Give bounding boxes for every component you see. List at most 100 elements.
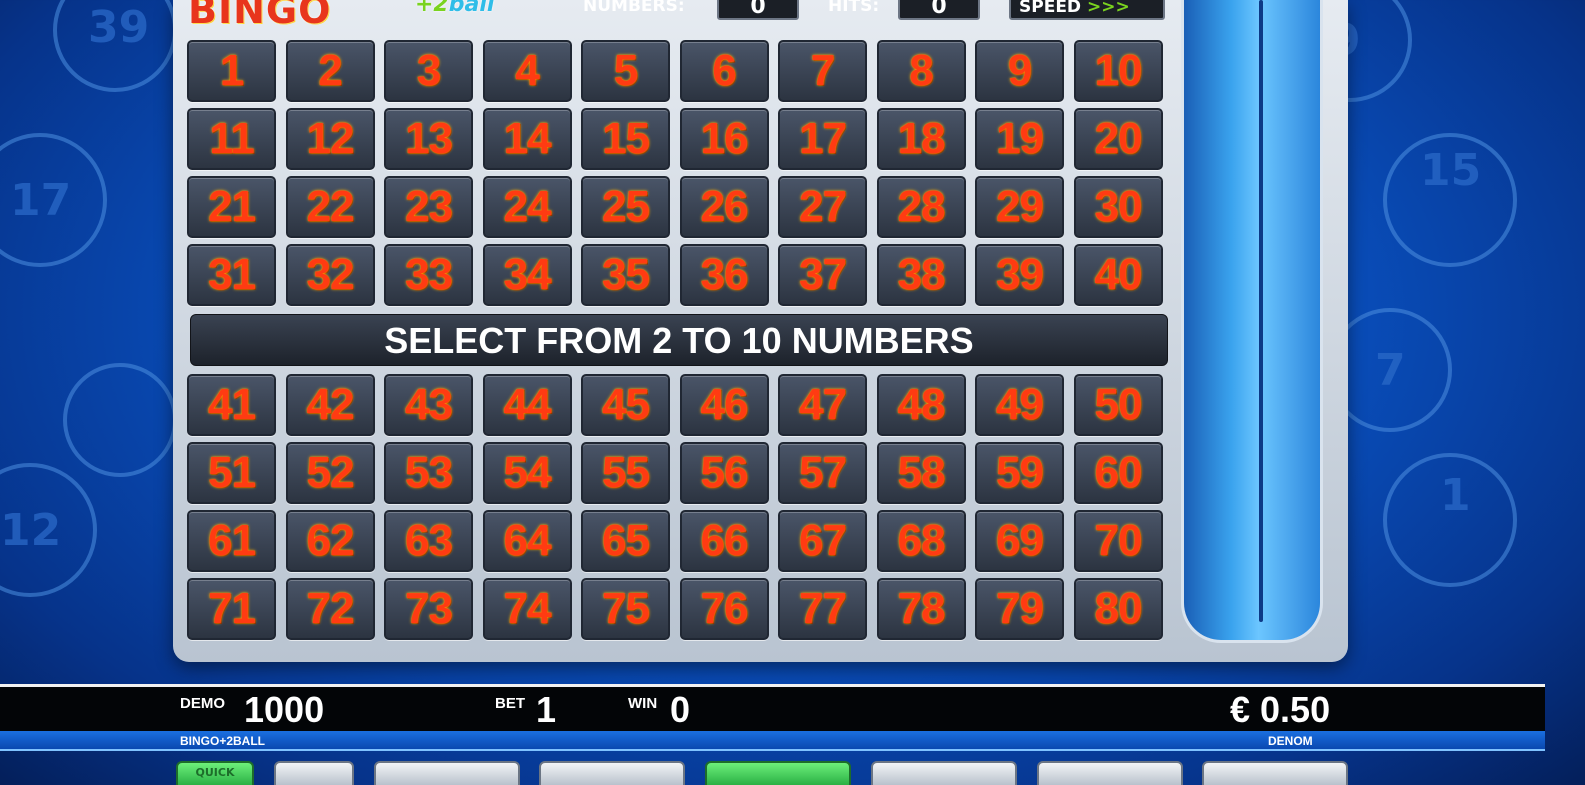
number-cell[interactable]: 35 bbox=[581, 244, 670, 306]
number-cell[interactable]: 48 bbox=[876, 374, 966, 436]
number-cell[interactable]: 10 bbox=[1073, 40, 1163, 102]
number-cell[interactable]: 80 bbox=[1073, 578, 1163, 640]
number-label: 61 bbox=[208, 516, 256, 565]
number-cell[interactable]: 7 bbox=[778, 40, 867, 102]
number-cell[interactable]: 8 bbox=[876, 40, 966, 102]
number-cell[interactable]: 67 bbox=[778, 510, 867, 572]
bg-ball-12: 12 bbox=[0, 505, 61, 556]
number-cell[interactable]: 69 bbox=[975, 510, 1064, 572]
number-cell[interactable]: 45 bbox=[581, 374, 670, 436]
number-cell[interactable]: 24 bbox=[482, 176, 572, 238]
number-cell[interactable]: 29 bbox=[975, 176, 1064, 238]
number-cell[interactable]: 40 bbox=[1073, 244, 1163, 306]
number-cell[interactable]: 41 bbox=[187, 374, 276, 436]
number-cell[interactable]: 43 bbox=[384, 374, 473, 436]
number-cell[interactable]: 57 bbox=[778, 442, 867, 504]
control-button-3[interactable] bbox=[374, 761, 520, 785]
number-cell[interactable]: 52 bbox=[285, 442, 375, 504]
number-cell[interactable]: 38 bbox=[876, 244, 966, 306]
number-cell[interactable]: 18 bbox=[876, 108, 966, 170]
number-cell[interactable]: 28 bbox=[876, 176, 966, 238]
number-cell[interactable]: 78 bbox=[876, 578, 966, 640]
number-label: 3 bbox=[416, 46, 442, 95]
number-cell[interactable]: 73 bbox=[384, 578, 473, 640]
number-cell[interactable]: 62 bbox=[285, 510, 375, 572]
number-cell[interactable]: 44 bbox=[482, 374, 572, 436]
number-cell[interactable]: 46 bbox=[679, 374, 769, 436]
number-cell[interactable]: 12 bbox=[285, 108, 375, 170]
number-cell[interactable]: 72 bbox=[285, 578, 375, 640]
number-cell[interactable]: 5 bbox=[581, 40, 670, 102]
number-cell[interactable]: 63 bbox=[384, 510, 473, 572]
number-cell[interactable]: 19 bbox=[975, 108, 1064, 170]
number-cell[interactable]: 30 bbox=[1073, 176, 1163, 238]
control-button-7[interactable] bbox=[1037, 761, 1183, 785]
number-label: 7 bbox=[810, 46, 836, 95]
number-label: 69 bbox=[996, 516, 1044, 565]
number-cell[interactable]: 4 bbox=[482, 40, 572, 102]
number-cell[interactable]: 33 bbox=[384, 244, 473, 306]
number-cell[interactable]: 31 bbox=[187, 244, 276, 306]
number-cell[interactable]: 51 bbox=[187, 442, 276, 504]
number-cell[interactable]: 13 bbox=[384, 108, 473, 170]
number-cell[interactable]: 65 bbox=[581, 510, 670, 572]
number-cell[interactable]: 66 bbox=[679, 510, 769, 572]
number-cell[interactable]: 21 bbox=[187, 176, 276, 238]
number-cell[interactable]: 34 bbox=[482, 244, 572, 306]
number-cell[interactable]: 39 bbox=[975, 244, 1064, 306]
number-cell[interactable]: 71 bbox=[187, 578, 276, 640]
control-button-4[interactable] bbox=[539, 761, 685, 785]
number-label: 37 bbox=[799, 250, 847, 299]
number-cell[interactable]: 59 bbox=[975, 442, 1064, 504]
play-button[interactable] bbox=[705, 761, 851, 785]
number-cell[interactable]: 6 bbox=[679, 40, 769, 102]
number-cell[interactable]: 9 bbox=[975, 40, 1064, 102]
number-cell[interactable]: 2 bbox=[285, 40, 375, 102]
number-cell[interactable]: 70 bbox=[1073, 510, 1163, 572]
number-cell[interactable]: 55 bbox=[581, 442, 670, 504]
number-cell[interactable]: 27 bbox=[778, 176, 867, 238]
number-cell[interactable]: 50 bbox=[1073, 374, 1163, 436]
number-label: 52 bbox=[306, 448, 355, 497]
number-cell[interactable]: 53 bbox=[384, 442, 473, 504]
number-cell[interactable]: 36 bbox=[679, 244, 769, 306]
number-cell[interactable]: 58 bbox=[876, 442, 966, 504]
number-cell[interactable]: 16 bbox=[679, 108, 769, 170]
number-cell[interactable]: 26 bbox=[679, 176, 769, 238]
number-label: 28 bbox=[897, 182, 946, 231]
quick-pick-button[interactable]: QUICK bbox=[176, 761, 254, 785]
number-cell[interactable]: 1 bbox=[187, 40, 276, 102]
number-cell[interactable]: 76 bbox=[679, 578, 769, 640]
number-cell[interactable]: 47 bbox=[778, 374, 867, 436]
number-cell[interactable]: 23 bbox=[384, 176, 473, 238]
number-cell[interactable]: 17 bbox=[778, 108, 867, 170]
control-button-8[interactable] bbox=[1202, 761, 1348, 785]
speed-button[interactable]: SPEED >>> bbox=[1009, 0, 1165, 20]
number-cell[interactable]: 15 bbox=[581, 108, 670, 170]
logo-ball: ball bbox=[448, 0, 495, 17]
number-cell[interactable]: 54 bbox=[482, 442, 572, 504]
number-cell[interactable]: 37 bbox=[778, 244, 867, 306]
number-cell[interactable]: 25 bbox=[581, 176, 670, 238]
number-cell[interactable]: 56 bbox=[679, 442, 769, 504]
number-cell[interactable]: 49 bbox=[975, 374, 1064, 436]
number-cell[interactable]: 77 bbox=[778, 578, 867, 640]
number-cell[interactable]: 79 bbox=[975, 578, 1064, 640]
number-label: 54 bbox=[503, 448, 552, 497]
number-cell[interactable]: 22 bbox=[285, 176, 375, 238]
number-cell[interactable]: 32 bbox=[285, 244, 375, 306]
number-cell[interactable]: 42 bbox=[285, 374, 375, 436]
bet-value: 1 bbox=[536, 689, 557, 730]
number-cell[interactable]: 3 bbox=[384, 40, 473, 102]
number-cell[interactable]: 11 bbox=[187, 108, 276, 170]
number-cell[interactable]: 20 bbox=[1073, 108, 1163, 170]
control-button-2[interactable] bbox=[274, 761, 354, 785]
number-cell[interactable]: 68 bbox=[876, 510, 966, 572]
number-cell[interactable]: 74 bbox=[482, 578, 572, 640]
number-cell[interactable]: 61 bbox=[187, 510, 276, 572]
number-cell[interactable]: 75 bbox=[581, 578, 670, 640]
number-cell[interactable]: 14 bbox=[482, 108, 572, 170]
number-cell[interactable]: 64 bbox=[482, 510, 572, 572]
number-cell[interactable]: 60 bbox=[1073, 442, 1163, 504]
control-button-6[interactable] bbox=[871, 761, 1017, 785]
